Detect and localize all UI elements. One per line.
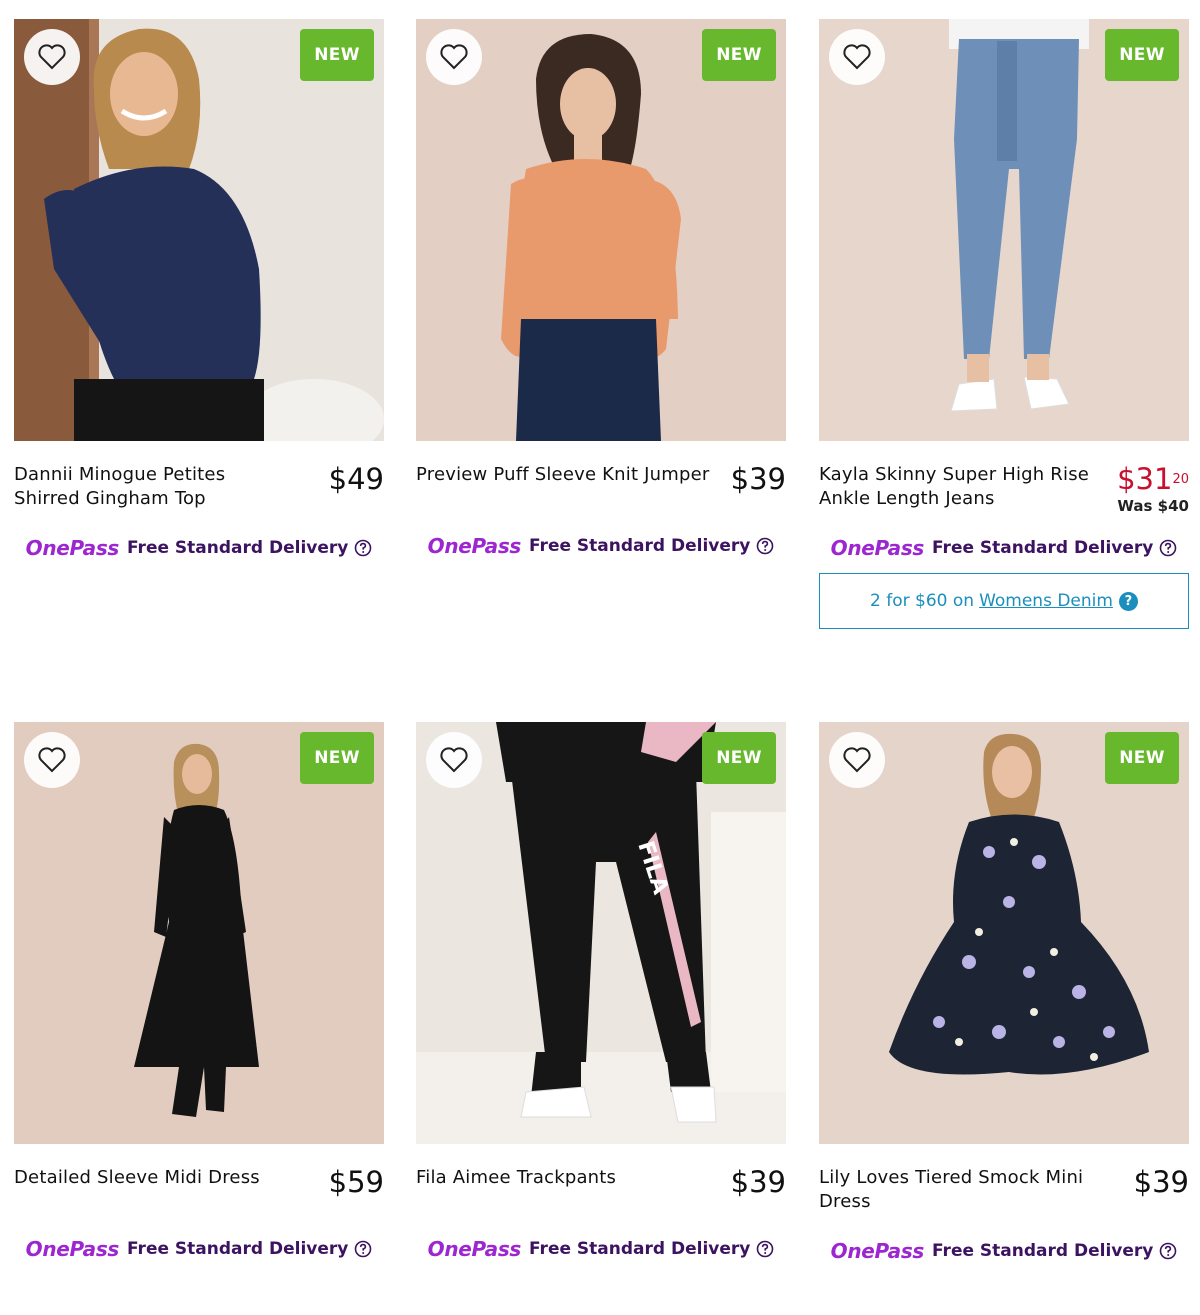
price-cents: 20 <box>1172 472 1189 487</box>
product-title[interactable]: Fila Aimee Trackpants <box>416 1166 696 1190</box>
product-title[interactable]: Detailed Sleeve Midi Dress <box>14 1166 294 1190</box>
onepass-logo: OnePass <box>830 536 925 560</box>
delivery-text: Free Standard Delivery <box>529 536 751 556</box>
product-title[interactable]: Kayla Skinny Super High Rise Ankle Lengt… <box>819 463 1099 511</box>
onepass-delivery: OnePass Free Standard Delivery <box>819 1238 1189 1264</box>
product-price: $49 <box>328 462 384 496</box>
wishlist-heart-icon[interactable] <box>829 732 885 788</box>
womens-denim-link[interactable]: Womens Denim <box>979 591 1113 611</box>
onepass-logo: OnePass <box>427 534 522 558</box>
help-circle-icon[interactable] <box>354 539 372 557</box>
new-badge: NEW <box>702 732 776 784</box>
new-badge: NEW <box>702 29 776 81</box>
promo-help-icon[interactable]: ? <box>1118 591 1138 611</box>
onepass-delivery: OnePass Free Standard Delivery <box>14 1236 384 1262</box>
onepass-delivery: OnePass Free Standard Delivery <box>416 1236 786 1262</box>
delivery-text: Free Standard Delivery <box>127 1239 349 1259</box>
wishlist-heart-icon[interactable] <box>24 29 80 85</box>
onepass-logo: OnePass <box>830 1239 925 1263</box>
delivery-text: Free Standard Delivery <box>932 1241 1154 1261</box>
product-card[interactable]: FILA NEW Fila Aimee Trackpants $39 OnePa… <box>416 722 786 1262</box>
wishlist-heart-icon[interactable] <box>24 732 80 788</box>
product-image[interactable]: FILA NEW <box>416 722 786 1144</box>
wishlist-heart-icon[interactable] <box>829 29 885 85</box>
new-badge: NEW <box>1105 732 1179 784</box>
help-circle-icon[interactable] <box>1159 1242 1177 1260</box>
product-title[interactable]: Lily Loves Tiered Smock Mini Dress <box>819 1166 1089 1214</box>
product-image[interactable]: NEW <box>14 722 384 1144</box>
promo-text: 2 for $60 on <box>870 591 975 611</box>
wishlist-heart-icon[interactable] <box>426 732 482 788</box>
new-badge: NEW <box>300 732 374 784</box>
product-price: $39 <box>1133 1165 1189 1199</box>
onepass-logo: OnePass <box>25 536 120 560</box>
help-circle-icon[interactable] <box>756 1240 774 1258</box>
product-image[interactable]: NEW <box>14 19 384 441</box>
onepass-logo: OnePass <box>427 1237 522 1261</box>
delivery-text: Free Standard Delivery <box>529 1239 751 1259</box>
product-card[interactable]: NEW Preview Puff Sleeve Knit Jumper $39 … <box>416 19 786 559</box>
wishlist-heart-icon[interactable] <box>426 29 482 85</box>
product-card[interactable]: NEW Dannii Minogue Petites Shirred Gingh… <box>14 19 384 561</box>
sale-price: $3120 <box>1117 463 1189 495</box>
help-circle-icon[interactable] <box>1159 539 1177 557</box>
price-dollars: $31 <box>1117 462 1173 496</box>
help-circle-icon[interactable] <box>756 537 774 555</box>
multibuy-promo[interactable]: 2 for $60 on Womens Denim ? <box>819 573 1189 629</box>
product-card[interactable]: NEW Detailed Sleeve Midi Dress $59 OnePa… <box>14 722 384 1262</box>
new-badge: NEW <box>1105 29 1179 81</box>
onepass-logo: OnePass <box>25 1237 120 1261</box>
onepass-delivery: OnePass Free Standard Delivery <box>819 535 1189 561</box>
was-price: Was $40 <box>1117 497 1189 515</box>
help-circle-icon[interactable] <box>354 1240 372 1258</box>
onepass-delivery: OnePass Free Standard Delivery <box>14 535 384 561</box>
product-title[interactable]: Preview Puff Sleeve Knit Jumper <box>416 463 716 487</box>
product-image[interactable]: NEW <box>819 722 1189 1144</box>
onepass-delivery: OnePass Free Standard Delivery <box>416 533 786 559</box>
delivery-text: Free Standard Delivery <box>127 538 349 558</box>
product-title[interactable]: Dannii Minogue Petites Shirred Gingham T… <box>14 463 294 511</box>
product-image[interactable]: NEW <box>416 19 786 441</box>
product-price: $39 <box>730 462 786 496</box>
product-image[interactable]: NEW <box>819 19 1189 441</box>
new-badge: NEW <box>300 29 374 81</box>
product-price: $59 <box>328 1165 384 1199</box>
product-price: $39 <box>730 1165 786 1199</box>
product-card[interactable]: NEW Lily Loves Tiered Smock Mini Dress $… <box>819 722 1189 1264</box>
delivery-text: Free Standard Delivery <box>932 538 1154 558</box>
product-card[interactable]: NEW Kayla Skinny Super High Rise Ankle L… <box>819 19 1189 629</box>
